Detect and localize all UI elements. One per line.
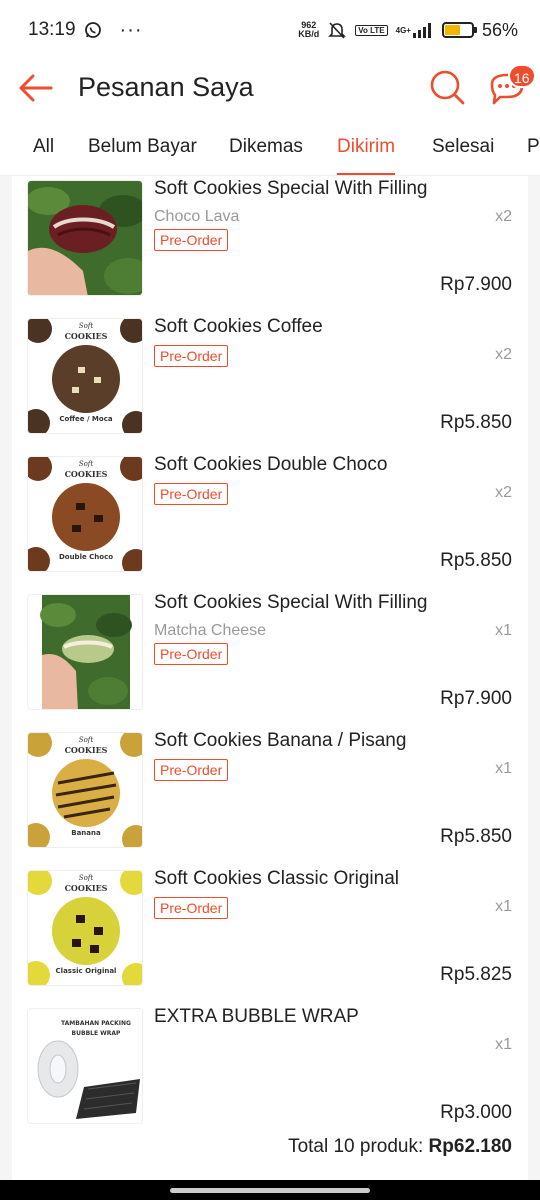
product-quantity: x2 xyxy=(495,208,512,225)
thumb-title: COOKIES xyxy=(65,331,108,341)
thumb-brand: Soft xyxy=(79,874,94,882)
product-quantity: x1 xyxy=(495,622,512,639)
tab-dikirim[interactable]: Dikirim xyxy=(337,136,396,175)
product-name: Soft Cookies Banana / Pisang xyxy=(154,730,407,751)
thumb-brand: Soft xyxy=(79,322,94,330)
product-variant: Choco Lava xyxy=(154,208,240,225)
network-speed: 962 KB/d xyxy=(298,20,320,39)
order-list: Soft Cookies Special With Filling Choco … xyxy=(0,176,540,1180)
order-tabs: All Belum Bayar Dikemas Dikirim Selesai … xyxy=(0,124,540,176)
more-notifications-icon: ··· xyxy=(119,18,143,41)
classic-cookie-image: Soft COOKIES Classic Original xyxy=(28,871,142,985)
product-quantity: x2 xyxy=(495,346,512,363)
total-value: Rp62.180 xyxy=(428,1136,512,1157)
banana-cookie-image: Soft COOKIES Banana xyxy=(28,733,142,847)
product-quantity: x2 xyxy=(495,484,512,501)
matcha-cheese-photo xyxy=(28,595,142,709)
pre-order-tag: Pre-Order xyxy=(154,759,229,781)
product-thumbnail: Soft COOKIES Double Choco xyxy=(27,456,143,572)
product-price: Rp5.825 xyxy=(440,964,512,985)
thumb-caption: Classic Original xyxy=(56,967,117,975)
product-thumbnail xyxy=(27,180,143,296)
order-item[interactable]: Soft COOKIES Banana Soft Cookies Banana … xyxy=(12,730,528,867)
product-price: Rp5.850 xyxy=(440,412,512,433)
tab-dikemas[interactable]: Dikemas xyxy=(229,136,303,175)
product-thumbnail: Soft COOKIES Banana xyxy=(27,732,143,848)
thumb-brand: Soft xyxy=(79,736,94,744)
order-item[interactable]: Soft COOKIES Coffee / Moca Soft Cookies … xyxy=(12,316,528,453)
chat-badge: 16 xyxy=(508,64,536,88)
thumb-brand: Soft xyxy=(79,460,94,468)
thumb-caption: Double Choco xyxy=(59,553,113,561)
mute-icon xyxy=(327,20,347,40)
whatsapp-icon xyxy=(84,21,102,39)
order-card: Soft Cookies Special With Filling Choco … xyxy=(12,176,528,1180)
choco-lava-photo xyxy=(28,181,142,295)
status-bar: 13:19 ··· 962 KB/d Vo LTE 4G+ 56% xyxy=(0,0,540,60)
product-name: Soft Cookies Double Choco xyxy=(154,454,388,475)
total-label: Total 10 produk: xyxy=(288,1136,424,1157)
coffee-cookie-image: Soft COOKIES Coffee / Moca xyxy=(28,319,142,433)
pre-order-tag: Pre-Order xyxy=(154,483,229,505)
product-price: Rp5.850 xyxy=(440,826,512,847)
home-gesture-handle[interactable] xyxy=(170,1188,370,1193)
tab-more[interactable]: P xyxy=(527,136,540,175)
pre-order-tag: Pre-Order xyxy=(154,229,229,251)
product-name: EXTRA BUBBLE WRAP xyxy=(154,1006,359,1027)
order-item[interactable]: TAMBAHAN PACKING BUBBLE WRAP EXTRA BUBBL… xyxy=(12,1006,528,1143)
pre-order-tag: Pre-Order xyxy=(154,643,229,665)
pre-order-tag: Pre-Order xyxy=(154,345,229,367)
signal-icon: 4G+ xyxy=(396,22,434,38)
app-header: Pesanan Saya 16 xyxy=(0,60,540,120)
arrow-left-icon xyxy=(19,74,53,102)
order-total: Total 10 produk: Rp62.180 xyxy=(288,1136,512,1158)
thumb-title: TAMBAHAN PACKING xyxy=(61,1020,131,1027)
double-choco-cookie-image: Soft COOKIES Double Choco xyxy=(28,457,142,571)
product-thumbnail: Soft COOKIES Coffee / Moca xyxy=(27,318,143,434)
product-price: Rp3.000 xyxy=(440,1102,512,1123)
product-thumbnail: Soft COOKIES Classic Original xyxy=(27,870,143,986)
product-quantity: x1 xyxy=(495,898,512,915)
volte-icon: Vo LTE xyxy=(355,24,388,36)
search-icon xyxy=(430,70,465,105)
product-quantity: x1 xyxy=(495,760,512,777)
order-item[interactable]: Soft Cookies Special With Filling Matcha… xyxy=(12,592,528,729)
product-price: Rp5.850 xyxy=(440,550,512,571)
product-name: Soft Cookies Special With Filling xyxy=(154,178,428,199)
tab-all[interactable]: All xyxy=(33,136,54,175)
search-button[interactable] xyxy=(428,68,468,108)
order-item[interactable]: Soft COOKIES Classic Original Soft Cooki… xyxy=(12,868,528,1005)
product-price: Rp7.900 xyxy=(440,688,512,709)
product-thumbnail xyxy=(27,594,143,710)
thumb-title: COOKIES xyxy=(65,745,108,755)
product-name: Soft Cookies Special With Filling xyxy=(154,592,428,613)
thumb-title: COOKIES xyxy=(65,883,108,893)
system-nav-bar xyxy=(0,1180,540,1200)
thumb-title: COOKIES xyxy=(65,469,108,479)
product-name: Soft Cookies Classic Original xyxy=(154,868,399,889)
product-thumbnail: TAMBAHAN PACKING BUBBLE WRAP xyxy=(27,1008,143,1124)
order-item[interactable]: Soft COOKIES Double Choco Soft Cookies D… xyxy=(12,454,528,591)
thumb-subtitle: BUBBLE WRAP xyxy=(72,1030,121,1037)
back-button[interactable] xyxy=(16,68,56,108)
network-type: 4G+ xyxy=(395,25,411,35)
bubble-wrap-image: TAMBAHAN PACKING BUBBLE WRAP xyxy=(28,1009,142,1123)
pre-order-tag: Pre-Order xyxy=(154,897,229,919)
thumb-caption: Banana xyxy=(71,829,101,837)
thumb-caption: Coffee / Moca xyxy=(59,415,112,423)
order-item[interactable]: Soft Cookies Special With Filling Choco … xyxy=(12,178,528,315)
battery-icon xyxy=(441,22,477,38)
product-variant: Matcha Cheese xyxy=(154,622,267,639)
page-title: Pesanan Saya xyxy=(78,72,254,102)
product-name: Soft Cookies Coffee xyxy=(154,316,323,337)
status-time: 13:19 xyxy=(28,19,76,40)
tab-belum-bayar[interactable]: Belum Bayar xyxy=(88,136,197,175)
product-quantity: x1 xyxy=(495,1036,512,1053)
tab-selesai[interactable]: Selesai xyxy=(432,136,494,175)
battery-percentage: 56% xyxy=(481,19,518,40)
product-price: Rp7.900 xyxy=(440,274,512,295)
